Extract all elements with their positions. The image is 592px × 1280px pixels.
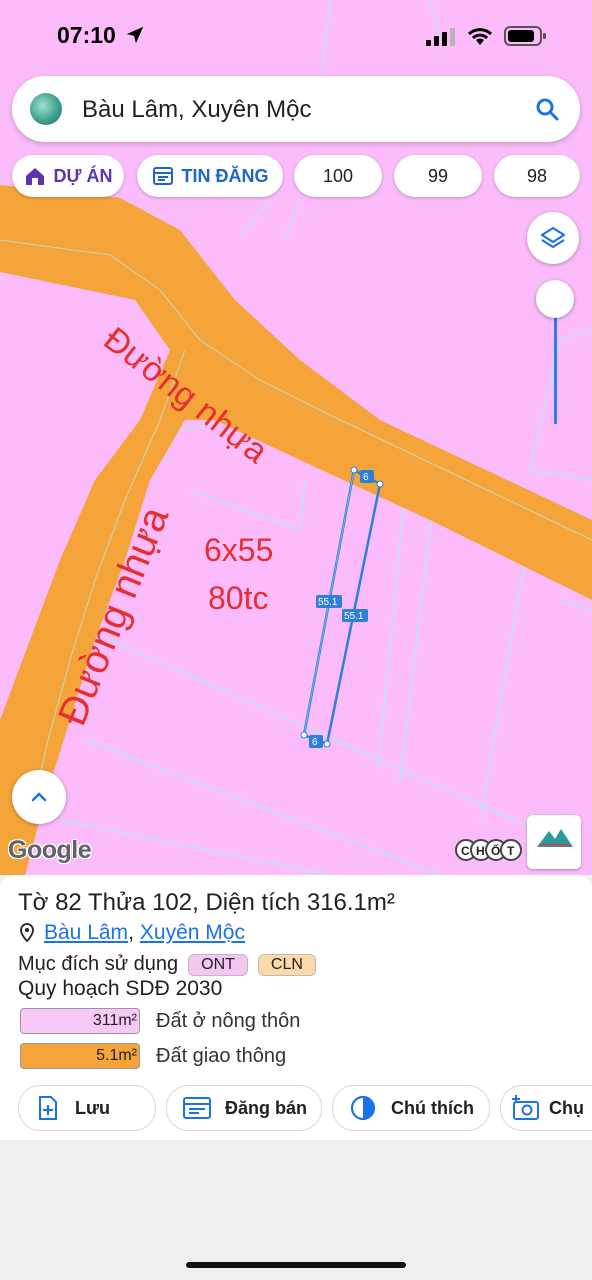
chip-du-an-label: DỰ ÁN — [53, 165, 113, 186]
camera-plus-icon — [512, 1095, 539, 1120]
mountain-logo-icon — [537, 829, 573, 847]
parcel-title: Tờ 82 Thửa 102, Diện tích 316.1m² — [18, 889, 395, 916]
svg-text:C: C — [461, 844, 470, 858]
chip-100-label: 100 — [322, 165, 354, 186]
chip-tin-dang-label: TIN ĐĂNG — [181, 165, 269, 186]
plot-frontage-note: 80tc — [208, 580, 269, 616]
purpose-tag-ont: ONT — [188, 953, 248, 976]
legend-row-transport: 5.1m² Đất giao thông — [20, 1043, 286, 1069]
battery-icon — [504, 26, 546, 46]
legend-button-label: Chú thích — [391, 1097, 474, 1118]
status-bar: 07:10 — [0, 0, 592, 70]
capture-button-label: Chụ — [549, 1097, 584, 1118]
layers-icon — [540, 226, 566, 249]
legend-label-residential: Đất ở nông thôn — [156, 1009, 301, 1032]
parcel-info-sheet: Tờ 82 Thửa 102, Diện tích 316.1m² Bàu Lâ… — [0, 875, 592, 1140]
chip-98-label: 98 — [526, 165, 548, 186]
map-pin-icon — [20, 923, 34, 943]
chot-watermark: C H Ố T — [455, 839, 522, 861]
plan-title: Quy hoạch SDĐ 2030 — [18, 977, 223, 1000]
dim-left-label: 55.1 — [318, 597, 338, 608]
legend-swatch-transport: 5.1m² — [20, 1043, 140, 1069]
home-indicator[interactable] — [186, 1262, 406, 1268]
save-plus-icon — [39, 1096, 57, 1120]
status-time: 07:10 — [57, 22, 116, 48]
plot-size-note: 6x55 — [204, 532, 274, 568]
legend-label-transport: Đất giao thông — [156, 1044, 287, 1067]
dim-top-label: 6 — [363, 472, 369, 483]
svg-text:Ố: Ố — [491, 843, 500, 858]
svg-text:H: H — [476, 844, 485, 858]
opacity-slider-track[interactable] — [554, 300, 557, 424]
search-bar[interactable]: Bàu Lâm, Xuyên Mộc — [12, 76, 580, 142]
opacity-slider-handle[interactable] — [536, 280, 574, 318]
land-use-purpose: Mục đích sử dụng ONT CLN — [18, 953, 316, 976]
layers-button[interactable] — [527, 212, 579, 264]
ward-link[interactable]: Bàu Lâm — [44, 921, 128, 945]
capture-button[interactable]: Chụ — [500, 1085, 592, 1131]
purpose-tag-cln: CLN — [257, 953, 316, 976]
post-listing-label: Đăng bán — [225, 1097, 308, 1118]
parcel-address: Bàu Lâm , Xuyên Mộc — [18, 921, 245, 945]
brand-logo-button[interactable] — [527, 815, 581, 869]
chip-98[interactable]: 98 — [494, 155, 580, 197]
legend-swatch-residential: 311m² — [20, 1008, 140, 1034]
dim-right-label: 55.1 — [344, 611, 364, 622]
chip-du-an[interactable]: DỰ ÁN — [12, 155, 124, 197]
chip-tin-dang[interactable]: TIN ĐĂNG — [137, 155, 283, 197]
save-button[interactable]: Lưu — [18, 1085, 156, 1131]
search-icon[interactable] — [534, 96, 560, 122]
district-link[interactable]: Xuyên Mộc — [140, 921, 245, 945]
post-listing-button[interactable]: Đăng bán — [166, 1085, 322, 1131]
legend-contrast-icon — [350, 1095, 376, 1121]
chip-100[interactable]: 100 — [294, 155, 382, 197]
purpose-label: Mục đích sử dụng — [18, 953, 179, 975]
google-attribution: Google — [8, 836, 92, 864]
chip-99-label: 99 — [427, 165, 449, 186]
post-listing-icon — [183, 1097, 211, 1119]
svg-text:T: T — [507, 844, 515, 858]
search-input[interactable]: Bàu Lâm, Xuyên Mộc — [82, 96, 311, 124]
wifi-icon — [467, 28, 493, 45]
house-icon — [25, 168, 44, 185]
signal-icon — [426, 28, 455, 46]
location-arrow-icon — [126, 26, 144, 44]
legend-row-residential: 311m² Đất ở nông thôn — [20, 1008, 300, 1034]
listing-icon — [152, 167, 173, 185]
expand-sheet-button[interactable] — [12, 770, 66, 824]
dim-bottom-label: 6 — [312, 737, 318, 748]
chevron-up-icon — [31, 792, 47, 802]
save-button-label: Lưu — [75, 1097, 111, 1118]
avatar[interactable] — [30, 93, 62, 125]
legend-button[interactable]: Chú thích — [332, 1085, 490, 1131]
chip-99[interactable]: 99 — [394, 155, 482, 197]
